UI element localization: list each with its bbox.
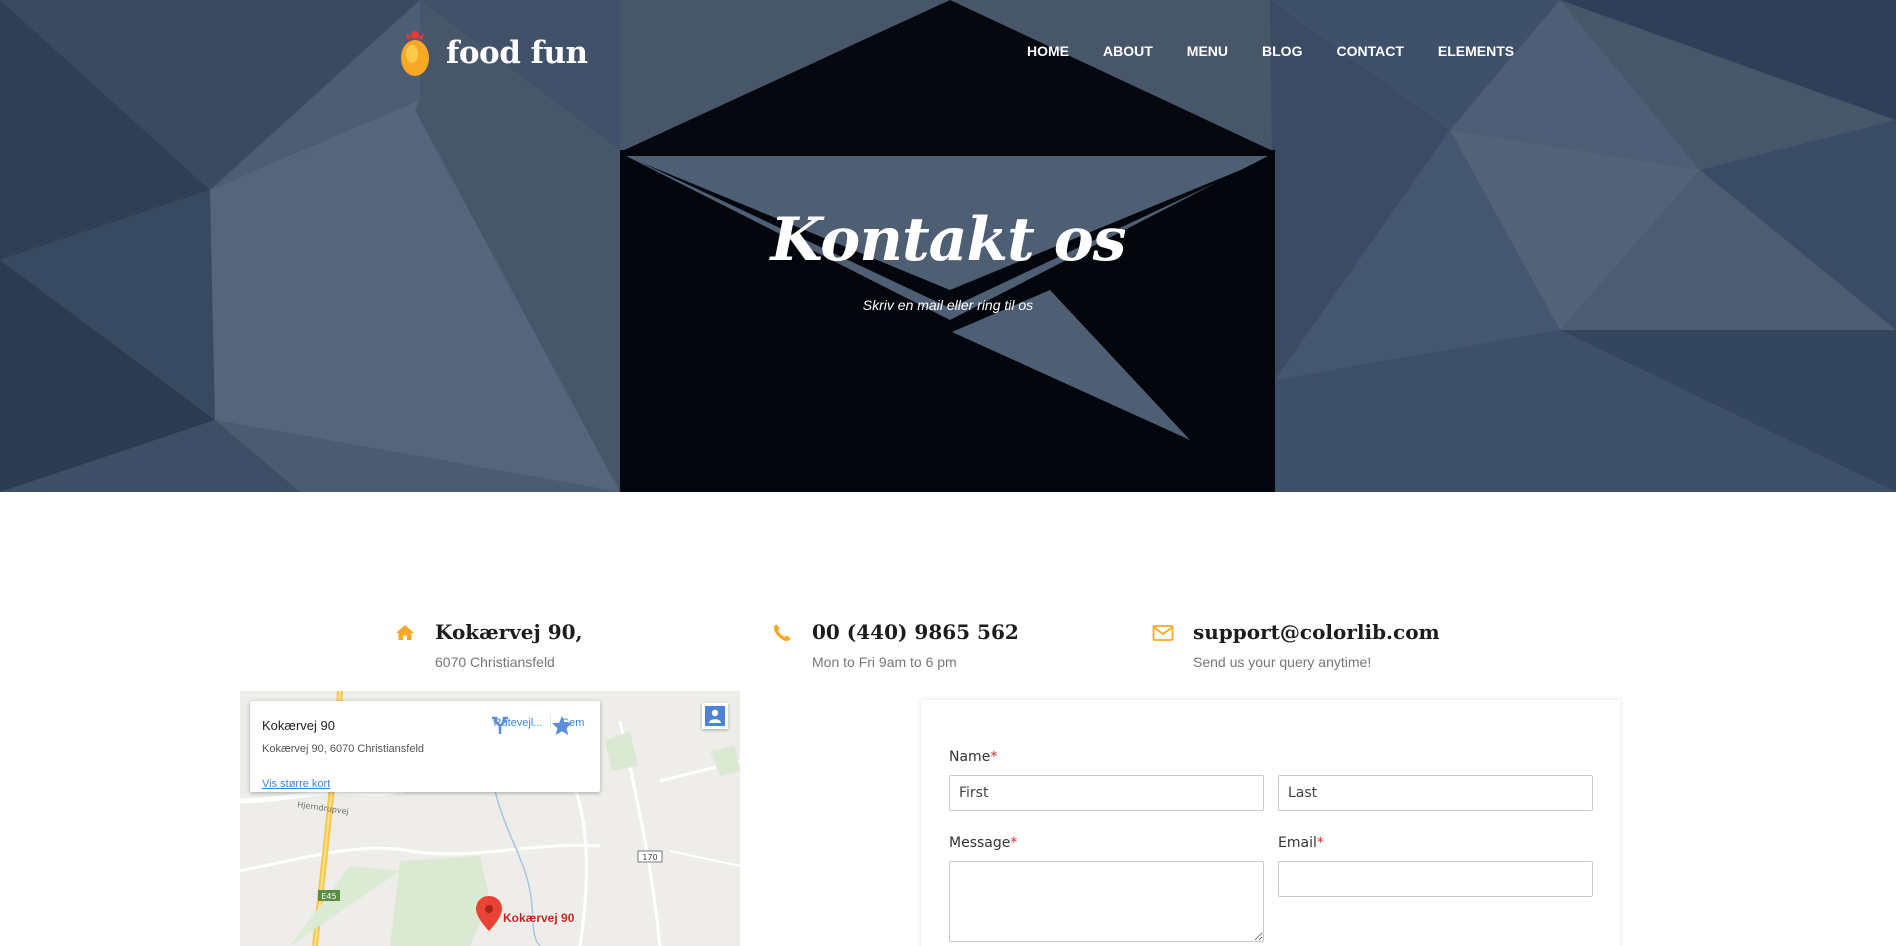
road-badge-170: 170 (642, 853, 657, 862)
directions-button[interactable]: Rutevejl... (490, 715, 546, 734)
last-name-input[interactable] (1278, 775, 1593, 811)
page-title: Kontakt os (770, 205, 1126, 275)
nav-elements[interactable]: ELEMENTS (1438, 43, 1514, 59)
hero-banner: food fun HOME ABOUT MENU BLOG CONTACT EL… (0, 0, 1896, 492)
address-info: Kokærvej 90, 6070 Christiansfeld (393, 620, 583, 670)
save-button[interactable]: Gem (550, 715, 594, 735)
nav-contact[interactable]: CONTACT (1336, 43, 1403, 59)
address-sub: 6070 Christiansfeld (435, 654, 555, 670)
nav-menu[interactable]: MENU (1187, 43, 1228, 59)
larger-map-link[interactable]: Vis større kort (262, 778, 330, 790)
email-label: Email* (1278, 835, 1324, 851)
brand-name: food fun (446, 35, 588, 71)
contact-form: Name* Message* Email* (921, 700, 1620, 946)
person-icon (705, 706, 725, 726)
street-view-button[interactable] (702, 703, 728, 729)
phone-icon (773, 624, 791, 642)
address-title: Kokærvej 90, (435, 620, 583, 644)
email-title: support@colorlib.com (1193, 620, 1440, 644)
email-info: support@colorlib.com Send us your query … (1151, 620, 1440, 670)
first-name-input[interactable] (949, 775, 1264, 811)
directions-icon (492, 716, 508, 734)
brand-logo[interactable]: food fun (396, 28, 588, 78)
map-info-card: Kokærvej 90 Kokærvej 90, 6070 Christians… (250, 701, 600, 792)
message-textarea[interactable] (949, 861, 1264, 942)
nav-home[interactable]: HOME (1027, 43, 1069, 59)
message-label: Message* (949, 835, 1018, 851)
star-icon (552, 715, 572, 735)
egg-chick-icon (401, 31, 429, 76)
email-input[interactable] (1278, 861, 1593, 897)
road-badge-e45: E45 (321, 892, 336, 901)
email-sub: Send us your query anytime! (1193, 654, 1372, 670)
main-nav: HOME ABOUT MENU BLOG CONTACT ELEMENTS (1027, 43, 1548, 59)
nav-blog[interactable]: BLOG (1262, 43, 1302, 59)
phone-sub: Mon to Fri 9am to 6 pm (812, 654, 957, 670)
page-subtitle: Skriv en mail eller ring til os (862, 297, 1034, 313)
phone-info: 00 (440) 9865 562 Mon to Fri 9am to 6 pm (770, 620, 1019, 670)
nav-about[interactable]: ABOUT (1103, 43, 1153, 59)
phone-title: 00 (440) 9865 562 (812, 620, 1019, 644)
name-label: Name* (949, 749, 998, 765)
map-card-address: Kokærvej 90, 6070 Christiansfeld (262, 743, 425, 755)
envelope-icon (1152, 625, 1174, 641)
google-map[interactable]: Hjerndrupvej E45 170 Kokærvej 90 Kokærve… (240, 691, 740, 946)
map-card-title: Kokærvej 90 (262, 718, 335, 733)
map-pin-label: Kokærvej 90 (503, 911, 575, 925)
home-icon (396, 625, 414, 640)
